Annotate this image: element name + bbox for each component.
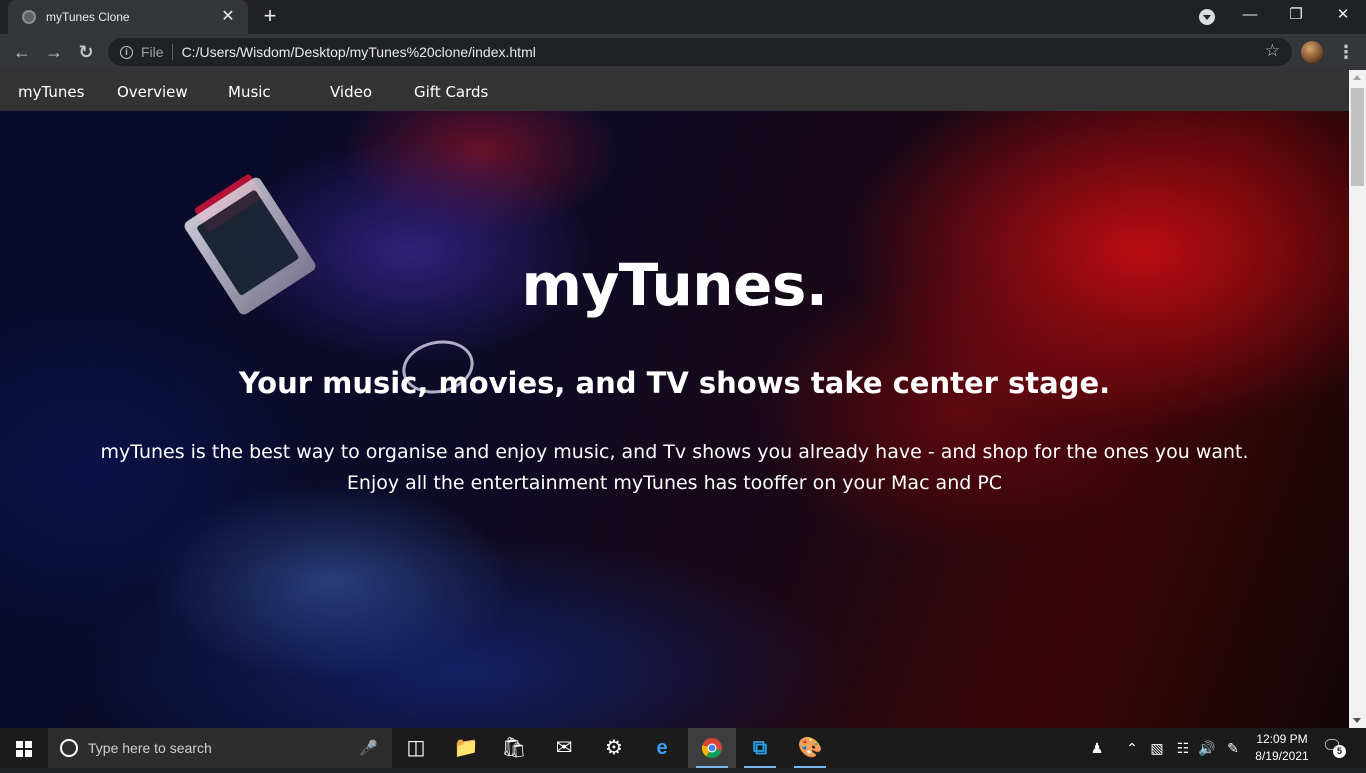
windows-taskbar: Type here to search 🎤 ◫ 📁 🛍 ✉ ⚙ e ⧉ 🎨 ♟ … (0, 728, 1366, 768)
nav-overview-link[interactable]: Overview (117, 70, 188, 111)
address-scheme-label: File (141, 44, 164, 60)
hero-section: myTunes. Your music, movies, and TV show… (0, 111, 1349, 728)
edge-icon[interactable]: e (638, 728, 686, 768)
globe-favicon-icon (22, 10, 36, 24)
browser-tab-strip: myTunes Clone ✕ + — ❐ ✕ (0, 0, 1366, 34)
wifi-icon[interactable]: ☷ (1172, 728, 1194, 768)
tab-search-icon[interactable] (1199, 9, 1215, 25)
tab-close-icon[interactable]: ✕ (218, 7, 238, 27)
start-button[interactable] (0, 728, 48, 768)
windows-logo-icon (16, 741, 32, 757)
address-url[interactable]: C:/Users/Wisdom/Desktop/myTunes%20clone/… (182, 44, 536, 60)
back-arrow-icon[interactable]: ← (10, 40, 34, 64)
notification-count-badge: 5 (1333, 745, 1346, 758)
nav-music-link[interactable]: Music (228, 70, 271, 111)
site-navbar: myTunes Overview Music Video Gift Cards (0, 70, 1349, 111)
nav-video-link[interactable]: Video (330, 70, 372, 111)
paint-icon[interactable]: 🎨 (786, 728, 834, 768)
volume-icon[interactable]: 🔊 (1196, 728, 1218, 768)
forward-arrow-icon[interactable]: → (42, 40, 66, 64)
hero-subtitle: Your music, movies, and TV shows take ce… (238, 366, 1111, 400)
more-menu-icon[interactable]: ⋮ (1336, 40, 1356, 64)
new-tab-button[interactable]: + (258, 5, 282, 29)
page-viewport: myTunes Overview Music Video Gift Cards … (0, 70, 1349, 728)
microsoft-store-icon[interactable]: 🛍 (490, 728, 538, 768)
search-placeholder: Type here to search (88, 740, 212, 756)
people-icon[interactable]: ♟ (1086, 728, 1108, 768)
chrome-logo-svg (702, 738, 722, 759)
hero-title: myTunes. (521, 251, 828, 319)
chrome-icon[interactable] (688, 728, 736, 768)
close-icon[interactable]: ✕ (1320, 0, 1366, 32)
taskbar-clock[interactable]: 12:09 PM 8/19/2021 (1244, 731, 1320, 765)
page-scrollbar[interactable] (1349, 70, 1366, 728)
nav-gift-cards-link[interactable]: Gift Cards (414, 70, 488, 111)
tab-title: myTunes Clone (46, 10, 130, 24)
file-explorer-icon[interactable]: 📁 (442, 728, 490, 768)
task-view-icon[interactable]: ◫ (392, 728, 440, 768)
scrollbar-thumb[interactable] (1351, 88, 1364, 186)
cortana-icon (60, 739, 78, 757)
vscode-icon[interactable]: ⧉ (736, 728, 784, 768)
profile-avatar[interactable] (1301, 41, 1323, 63)
settings-icon[interactable]: ⚙ (590, 728, 638, 768)
scroll-up-icon[interactable] (1353, 75, 1361, 80)
taskbar-search[interactable]: Type here to search 🎤 (48, 728, 392, 768)
clock-time: 12:09 PM (1256, 732, 1308, 746)
mail-icon[interactable]: ✉ (540, 728, 588, 768)
clock-date: 8/19/2021 (1255, 749, 1309, 763)
address-bar[interactable]: i File C:/Users/Wisdom/Desktop/myTunes%2… (108, 38, 1292, 66)
microphone-icon[interactable]: 🎤 (359, 739, 378, 757)
restore-icon[interactable]: ❐ (1273, 0, 1319, 32)
nav-brand-link[interactable]: myTunes (18, 70, 84, 111)
browser-tab[interactable]: myTunes Clone ✕ (8, 0, 248, 34)
minimize-icon[interactable]: — (1227, 0, 1273, 32)
pen-workspace-icon[interactable]: ✎ (1222, 728, 1244, 768)
info-icon[interactable]: i (120, 45, 133, 59)
battery-icon[interactable]: ▧ (1146, 728, 1168, 768)
bookmark-star-icon[interactable]: ☆ (1265, 41, 1280, 61)
browser-toolbar: ← → ↻ i File C:/Users/Wisdom/Desktop/myT… (0, 34, 1366, 70)
address-divider (171, 44, 173, 60)
scroll-down-icon[interactable] (1353, 718, 1361, 723)
reload-icon[interactable]: ↻ (74, 40, 98, 64)
action-center-icon[interactable]: 🗨 5 (1322, 736, 1346, 760)
hero-description: myTunes is the best way to organise and … (100, 441, 1249, 494)
tray-chevron-icon[interactable]: ⌃ (1122, 728, 1142, 768)
